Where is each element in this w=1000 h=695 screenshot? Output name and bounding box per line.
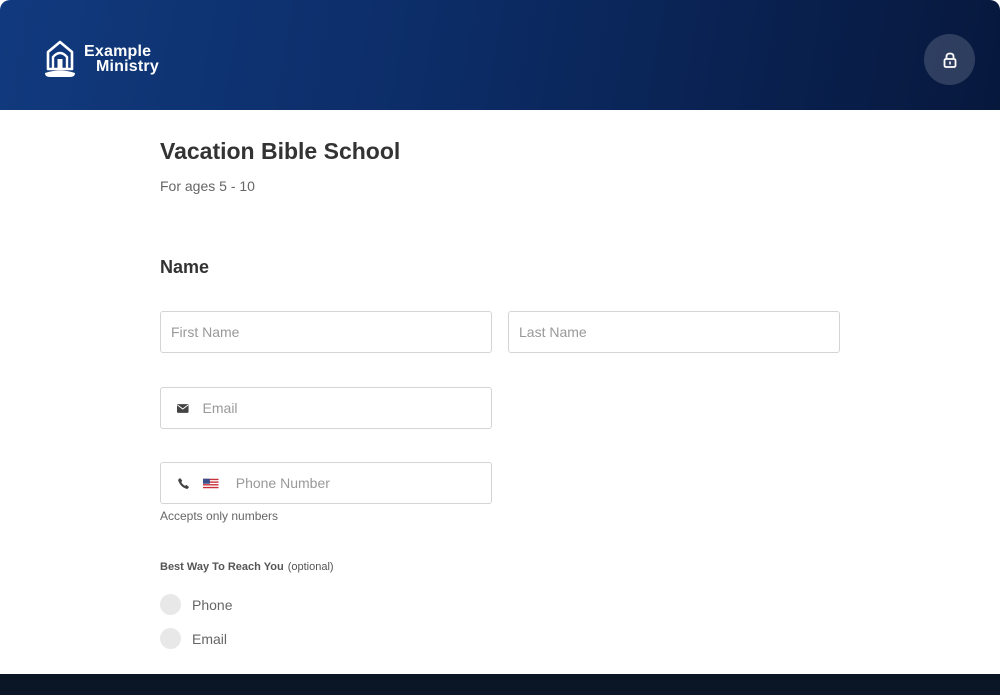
header-banner: Example Ministry (0, 0, 1000, 110)
us-flag-icon[interactable] (203, 478, 219, 489)
last-name-input[interactable] (519, 312, 839, 352)
phone-icon (178, 477, 189, 489)
church-icon (45, 40, 75, 77)
first-name-input[interactable] (171, 312, 491, 352)
envelope-icon (177, 403, 189, 413)
first-name-field[interactable] (160, 311, 492, 353)
page-title: Vacation Bible School (160, 138, 401, 164)
phone-field[interactable] (160, 462, 492, 504)
lock-button[interactable] (924, 34, 975, 85)
name-section-heading: Name (160, 257, 210, 277)
phone-input[interactable] (218, 463, 491, 503)
page-subtitle: For ages 5 - 10 (160, 178, 255, 194)
logo-line2: Ministry (96, 58, 159, 75)
footer-bar (0, 674, 1000, 695)
reach-option-email[interactable]: Email (160, 628, 227, 649)
optional-tag: (optional) (287, 561, 334, 573)
reach-option-phone[interactable]: Phone (160, 594, 232, 615)
email-input[interactable] (188, 388, 491, 428)
reach-label-text: Best Way To Reach You (160, 561, 284, 573)
radio-button[interactable] (160, 594, 181, 615)
reach-label: Best Way To Reach You (optional) (160, 561, 334, 573)
lock-icon (943, 52, 956, 68)
radio-label: Email (192, 630, 228, 647)
radio-button[interactable] (160, 628, 181, 649)
ministry-logo[interactable]: Example Ministry (42, 40, 159, 78)
radio-label: Phone (192, 596, 233, 613)
email-field[interactable] (160, 387, 492, 429)
logo-text: Example Ministry (84, 44, 159, 75)
last-name-field[interactable] (508, 311, 840, 353)
phone-hint: Accepts only numbers (160, 509, 279, 523)
